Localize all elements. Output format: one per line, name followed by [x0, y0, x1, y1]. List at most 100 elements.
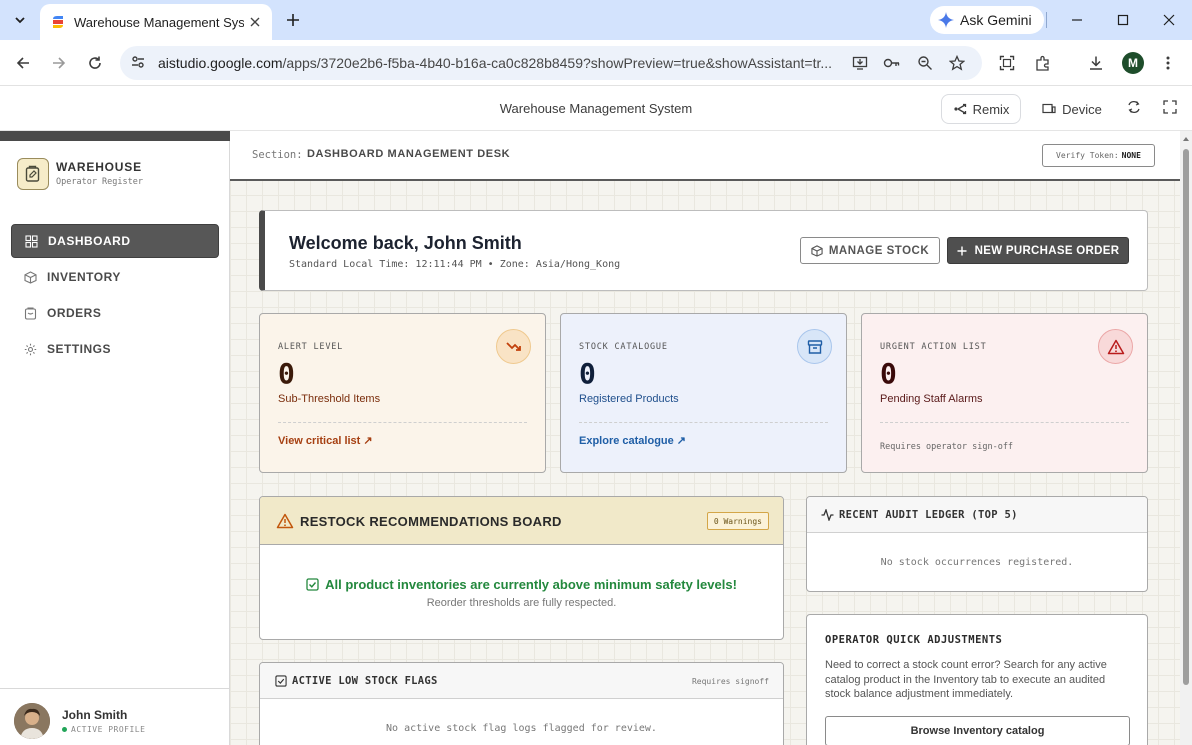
maximize-icon[interactable]: [1113, 10, 1133, 30]
zoom-icon[interactable]: [915, 53, 935, 73]
view-critical-list-link[interactable]: View critical list ↗: [278, 434, 373, 447]
stat-card-alert-level: ALERT LEVEL 0 Sub-Threshold Items View c…: [259, 313, 546, 473]
page-scrollbar[interactable]: [1180, 131, 1192, 745]
verify-token-badge[interactable]: Verify Token: NONE: [1042, 144, 1155, 167]
welcome-subtitle: Standard Local Time: 12:11:44 PM • Zone:…: [289, 259, 621, 270]
browser-profile-avatar[interactable]: M: [1122, 52, 1144, 74]
welcome-card: Welcome back, John Smith Standard Local …: [259, 210, 1148, 291]
stat-value: 0: [579, 357, 596, 390]
new-tab-icon[interactable]: [282, 9, 304, 31]
bookmark-star-icon[interactable]: [947, 53, 967, 73]
flags-header: ACTIVE LOW STOCK FLAGS Requires signoff: [260, 663, 783, 699]
url-host: aistudio.google.com: [158, 55, 283, 71]
quick-adjustments-text: Need to correct a stock count error? Sea…: [825, 659, 1107, 700]
tab-search-chevron-icon[interactable]: [8, 8, 32, 32]
restock-board: RESTOCK RECOMMENDATIONS BOARD 0 Warnings…: [259, 496, 784, 640]
avatar: [14, 703, 50, 739]
stat-card-stock-catalogue: STOCK CATALOGUE 0 Registered Products Ex…: [560, 313, 847, 473]
remix-icon: [953, 103, 966, 115]
gemini-sparkle-icon: [938, 12, 954, 28]
restock-ok-message: All product inventories are currently ab…: [260, 577, 783, 592]
browser-tab-bar: Warehouse Management System Ask Gemini: [0, 0, 1192, 40]
main-content: Section: DASHBOARD MANAGEMENT DESK Verif…: [230, 131, 1180, 745]
scroll-thumb[interactable]: [1183, 149, 1189, 685]
low-stock-flags-panel: ACTIVE LOW STOCK FLAGS Requires signoff …: [259, 662, 784, 745]
downloads-icon[interactable]: [1086, 53, 1106, 73]
restock-ok-text: All product inventories are currently ab…: [325, 577, 737, 592]
profile-name: John Smith: [62, 708, 128, 722]
reload-icon[interactable]: [84, 52, 106, 74]
rotate-icon[interactable]: [1126, 99, 1142, 115]
explore-catalogue-link[interactable]: Explore catalogue ↗: [579, 434, 686, 447]
flags-note: Requires signoff: [691, 677, 769, 686]
fullscreen-icon[interactable]: [1162, 99, 1178, 115]
stat-description: Registered Products: [579, 393, 679, 405]
sidebar-item-label: ORDERS: [47, 306, 102, 320]
browser-tab[interactable]: Warehouse Management System: [40, 4, 272, 40]
clipboard-icon: [24, 306, 37, 320]
box-icon: [811, 244, 823, 257]
window-divider: [1046, 12, 1047, 28]
screenshot-icon[interactable]: [997, 53, 1017, 73]
trend-down-icon: [496, 329, 531, 364]
browser-menu-icon[interactable]: [1158, 53, 1178, 73]
app-root: WAREHOUSE Operator Register DASHBOARD IN…: [0, 131, 1192, 745]
extensions-icon[interactable]: [1033, 53, 1053, 73]
restock-ok-subtext: Reorder thresholds are fully respected.: [426, 597, 617, 609]
status-dot-icon: [62, 727, 67, 732]
minimize-icon[interactable]: [1067, 10, 1087, 30]
url-text: aistudio.google.com/apps/3720e2b6-f5ba-4…: [158, 55, 838, 71]
stat-label: STOCK CATALOGUE: [579, 342, 668, 352]
sidebar-item-label: INVENTORY: [47, 270, 121, 284]
gear-icon: [24, 343, 37, 355]
ask-gemini-button[interactable]: Ask Gemini: [930, 6, 1044, 34]
flags-title: ACTIVE LOW STOCK FLAGS: [292, 675, 438, 687]
audit-header: RECENT AUDIT LEDGER (TOP 5): [807, 497, 1147, 533]
close-window-icon[interactable]: [1159, 10, 1179, 30]
sidebar-item-dashboard[interactable]: DASHBOARD: [11, 224, 219, 258]
stat-description: Pending Staff Alarms: [880, 393, 983, 405]
ask-gemini-label: Ask Gemini: [960, 12, 1032, 28]
address-bar[interactable]: aistudio.google.com/apps/3720e2b6-f5ba-4…: [120, 46, 982, 80]
restock-header: RESTOCK RECOMMENDATIONS BOARD 0 Warnings: [260, 497, 783, 545]
user-profile[interactable]: John Smith ACTIVE PROFILE: [0, 688, 230, 745]
brand-name: WAREHOUSE: [56, 160, 142, 174]
studio-preview-bar: Warehouse Management System Remix Device: [0, 87, 1192, 131]
check-square-icon: [275, 675, 287, 687]
manage-stock-label: MANAGE STOCK: [828, 244, 930, 257]
plus-icon: [957, 246, 967, 255]
password-key-icon[interactable]: [882, 53, 902, 73]
sidebar-item-label: SETTINGS: [47, 342, 112, 356]
ai-studio-favicon-icon: [53, 16, 63, 28]
close-tab-icon[interactable]: [246, 13, 264, 31]
sidebar-item-inventory[interactable]: INVENTORY: [11, 260, 219, 294]
install-app-icon[interactable]: [850, 53, 870, 73]
remix-button[interactable]: Remix: [941, 94, 1021, 124]
stat-value: 0: [880, 357, 897, 390]
divider: [880, 422, 1129, 423]
quick-adjustments-title: OPERATOR QUICK ADJUSTMENTS: [825, 634, 1003, 646]
site-info-icon[interactable]: [130, 54, 146, 75]
sidebar-item-settings[interactable]: SETTINGS: [11, 332, 219, 366]
browser-toolbar: aistudio.google.com/apps/3720e2b6-f5ba-4…: [0, 40, 1192, 86]
remix-label: Remix: [972, 101, 1010, 117]
manage-stock-button[interactable]: MANAGE STOCK: [800, 237, 940, 264]
browse-inventory-button[interactable]: Browse Inventory catalog: [825, 716, 1130, 745]
profile-status-text: ACTIVE PROFILE: [71, 725, 146, 734]
url-path: /apps/3720e2b6-f5ba-4b40-b16a-ca0c828b84…: [282, 55, 833, 71]
audit-empty-state: No stock occurrences registered.: [880, 557, 1074, 568]
check-square-icon: [306, 578, 319, 591]
sidebar-item-label: DASHBOARD: [48, 234, 131, 248]
quick-adjustments-panel: OPERATOR QUICK ADJUSTMENTS Need to corre…: [806, 614, 1148, 745]
brand-subtitle: Operator Register: [56, 177, 143, 187]
new-purchase-order-button[interactable]: NEW PURCHASE ORDER: [947, 237, 1129, 264]
scroll-up-icon[interactable]: [1182, 135, 1190, 143]
device-button[interactable]: Device: [1036, 94, 1108, 124]
box-icon: [24, 270, 37, 284]
sidebar: WAREHOUSE Operator Register DASHBOARD IN…: [0, 131, 230, 745]
back-icon[interactable]: [12, 52, 34, 74]
warehouse-logo-icon: [17, 158, 49, 190]
device-icon: [1042, 103, 1056, 114]
forward-icon[interactable]: [48, 52, 70, 74]
sidebar-item-orders[interactable]: ORDERS: [11, 296, 219, 330]
